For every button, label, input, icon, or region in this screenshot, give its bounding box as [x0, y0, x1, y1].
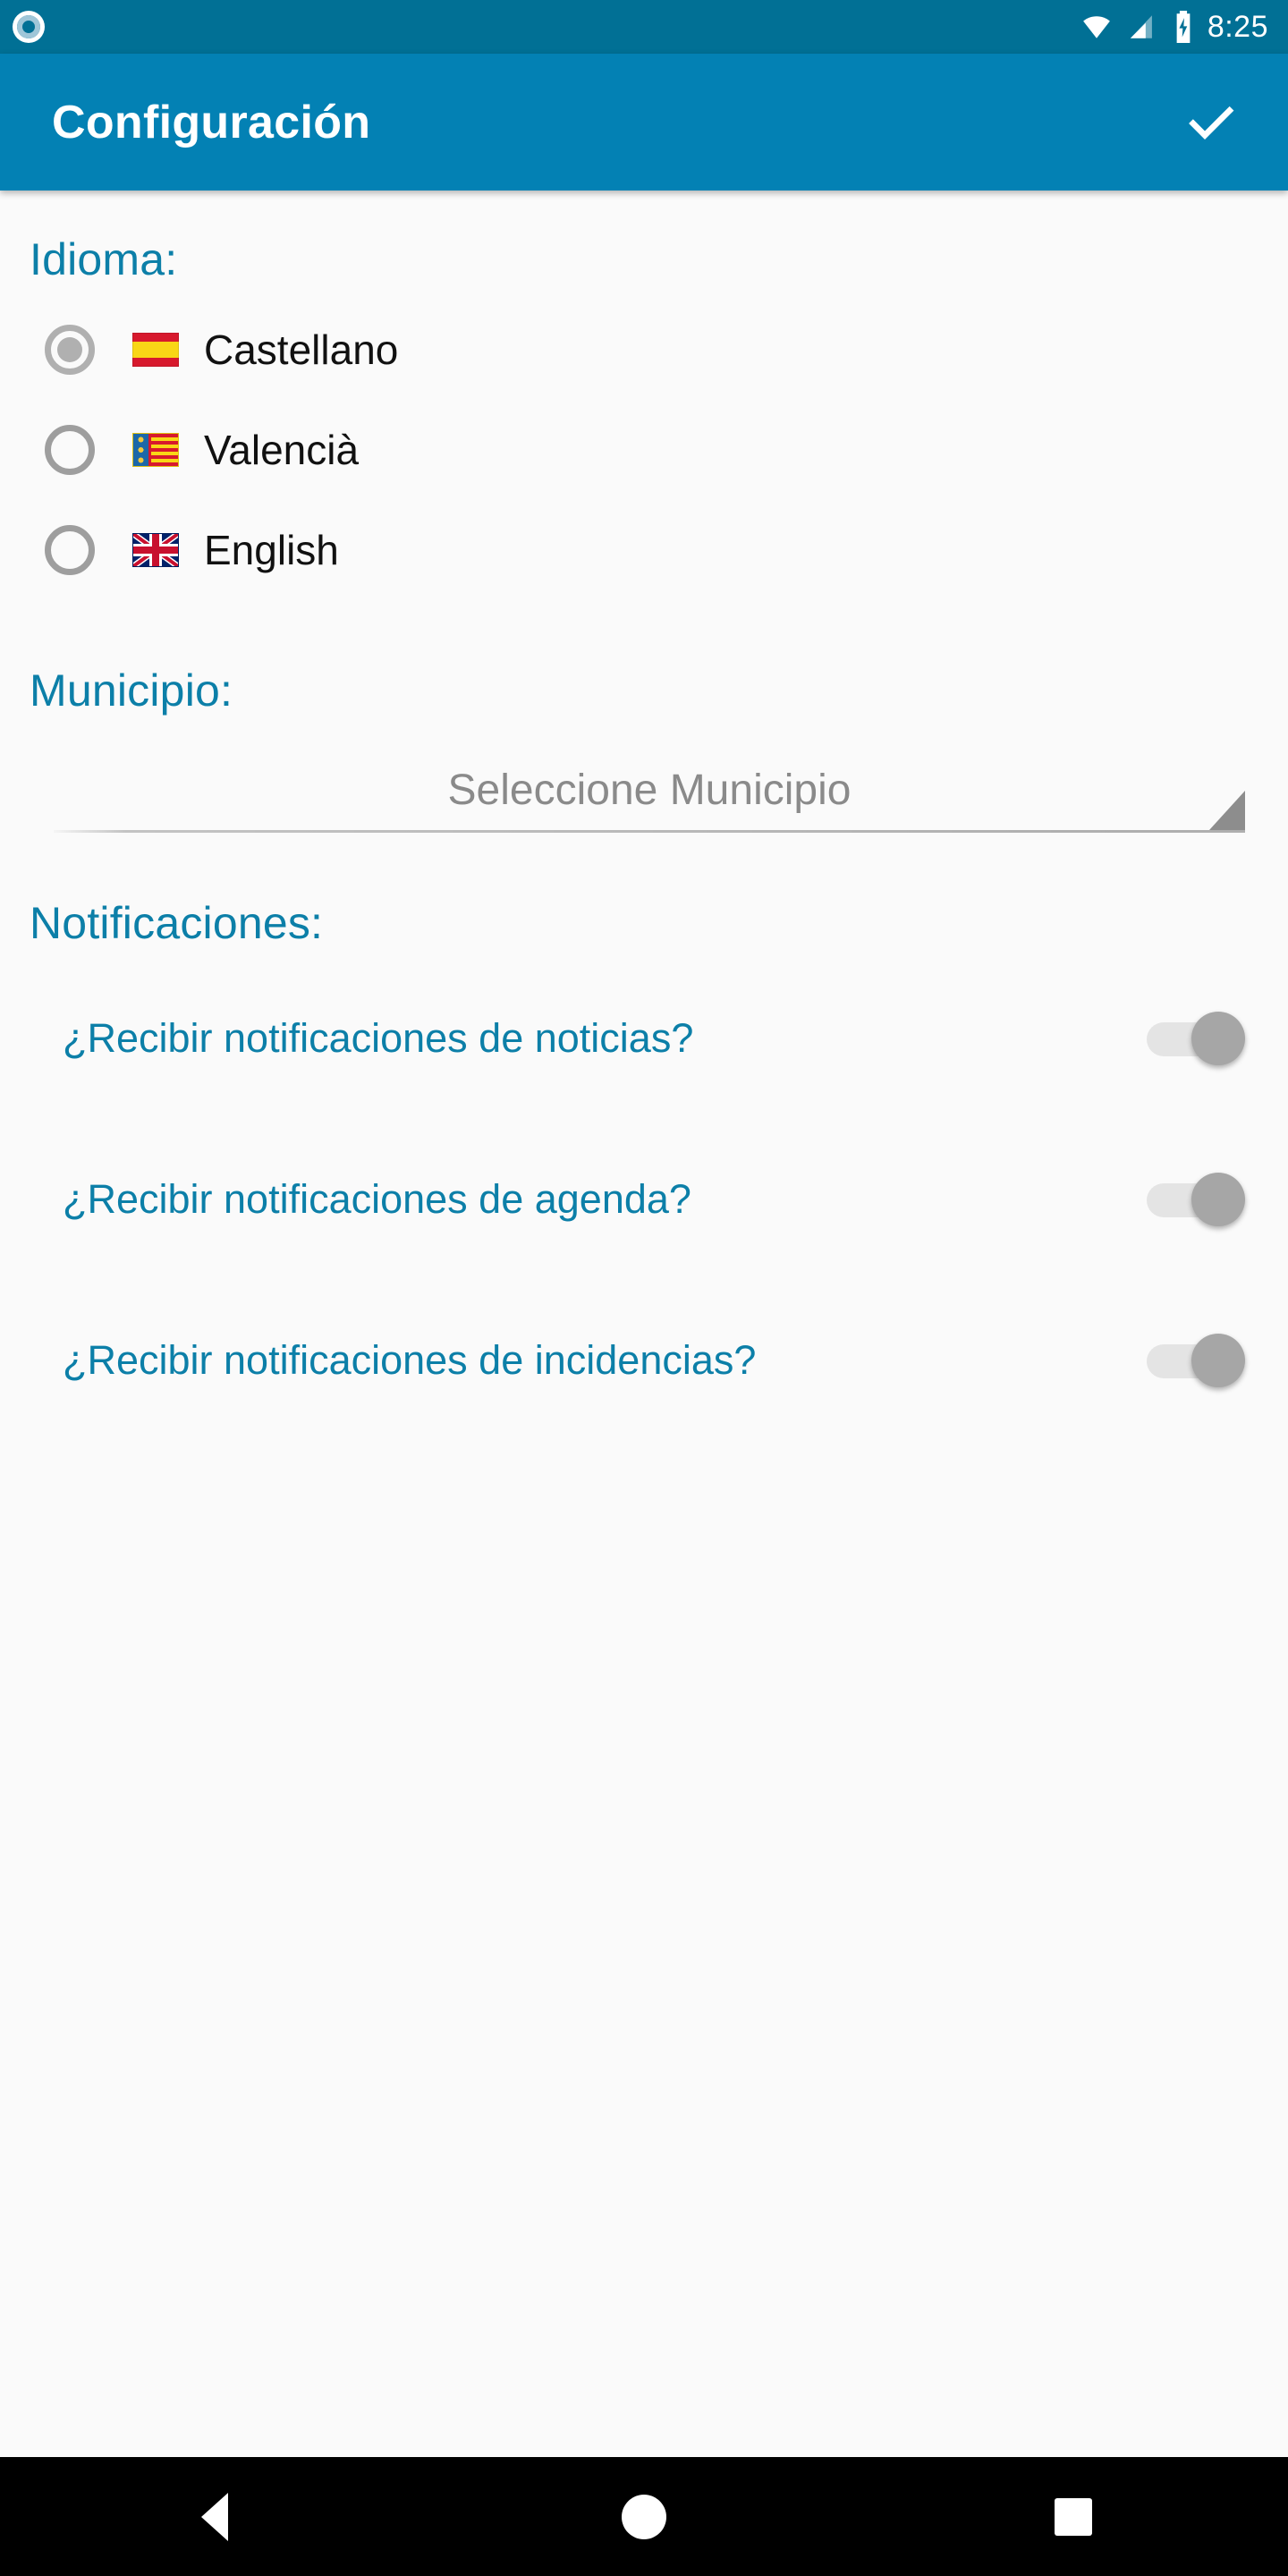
- dropdown-triangle-icon[interactable]: [1209, 791, 1245, 830]
- municipality-spinner[interactable]: Seleccione Municipio: [54, 747, 1245, 833]
- language-radio-group: Castellano Valencià English: [0, 300, 1288, 600]
- municipality-section-header: Municipio:: [30, 665, 233, 716]
- back-icon: [201, 2492, 228, 2541]
- language-option-english[interactable]: English: [0, 500, 1288, 600]
- status-bar: 8:25: [0, 0, 1288, 54]
- notification-label-agenda: ¿Recibir notificaciones de agenda?: [63, 1176, 691, 1222]
- system-navigation-bar: [0, 2457, 1288, 2576]
- notification-row-noticias[interactable]: ¿Recibir notificaciones de noticias?: [0, 958, 1288, 1119]
- wifi-icon: [1082, 16, 1110, 38]
- cellular-signal-icon: [1130, 15, 1152, 38]
- switch-thumb[interactable]: [1191, 1173, 1245, 1226]
- save-button[interactable]: [1170, 81, 1252, 164]
- battery-charging-icon: [1176, 11, 1191, 43]
- radio-valencia[interactable]: [45, 425, 95, 475]
- spinner-underline: [54, 830, 1245, 833]
- nav-home-button[interactable]: [577, 2457, 711, 2576]
- status-bar-clock: 8:25: [1207, 9, 1268, 44]
- municipality-spinner-wrapper: Seleccione Municipio: [0, 716, 1288, 833]
- nav-recents-button[interactable]: [1006, 2457, 1140, 2576]
- flag-spain-icon: [132, 333, 179, 367]
- status-bar-right: 8:25: [1079, 10, 1268, 45]
- notification-label-noticias: ¿Recibir notificaciones de noticias?: [63, 1015, 694, 1061]
- recents-icon: [1055, 2497, 1092, 2536]
- app-bar: Configuración: [0, 54, 1288, 191]
- flag-valencia-icon: [132, 433, 179, 467]
- language-label-castellano: Castellano: [204, 326, 399, 373]
- notifications-section-header: Notificaciones:: [30, 898, 324, 948]
- switch-thumb[interactable]: [1191, 1012, 1245, 1065]
- language-label-valencia: Valencià: [204, 427, 360, 473]
- page-title: Configuración: [52, 96, 371, 148]
- notification-toggle-noticias[interactable]: [1147, 1012, 1245, 1065]
- notification-row-agenda[interactable]: ¿Recibir notificaciones de agenda?: [0, 1119, 1288, 1280]
- notification-row-incidencias[interactable]: ¿Recibir notificaciones de incidencias?: [0, 1280, 1288, 1441]
- notification-toggle-incidencias[interactable]: [1147, 1334, 1245, 1387]
- language-section-header: Idioma:: [30, 234, 178, 284]
- nav-back-button[interactable]: [148, 2457, 282, 2576]
- notification-toggle-agenda[interactable]: [1147, 1173, 1245, 1226]
- language-option-castellano[interactable]: Castellano: [0, 300, 1288, 400]
- home-icon: [622, 2494, 666, 2539]
- check-icon: [1189, 106, 1234, 140]
- switch-thumb[interactable]: [1191, 1334, 1245, 1387]
- municipality-selected-value: Seleccione Municipio: [447, 766, 852, 814]
- language-option-valencia[interactable]: Valencià: [0, 400, 1288, 500]
- notifications-list: ¿Recibir notificaciones de noticias? ¿Re…: [0, 958, 1288, 1441]
- radio-castellano[interactable]: [45, 325, 95, 375]
- status-bar-left: [13, 11, 45, 43]
- phone-screen: 8:25 Configuración Idioma: Castellano Va…: [0, 0, 1288, 2576]
- language-label-english: English: [204, 527, 339, 573]
- notification-label-incidencias: ¿Recibir notificaciones de incidencias?: [63, 1337, 757, 1383]
- circle-notification-icon: [13, 11, 45, 43]
- flag-united-kingdom-icon: [132, 533, 179, 567]
- radio-english[interactable]: [45, 525, 95, 575]
- settings-content: Idioma: Castellano Valencià English Muni…: [0, 191, 1288, 2457]
